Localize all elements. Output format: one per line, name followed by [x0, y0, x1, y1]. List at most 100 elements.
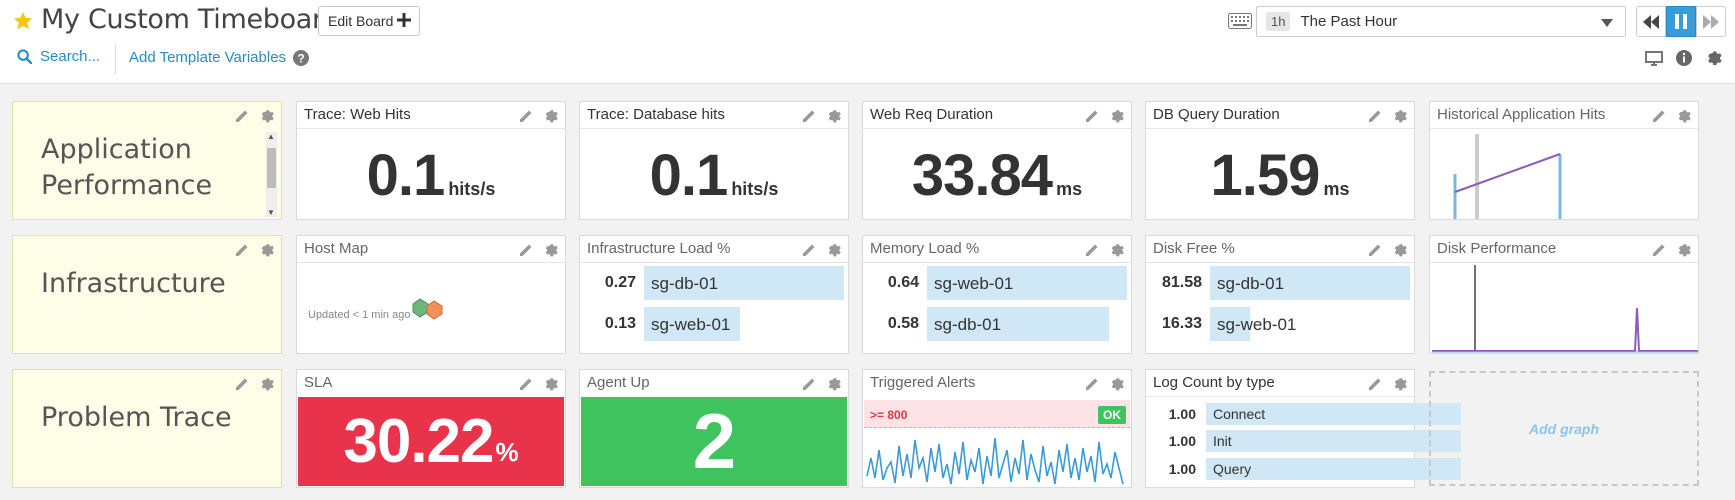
pencil-icon[interactable]: [1084, 242, 1100, 258]
pencil-icon[interactable]: [234, 108, 250, 124]
toplist-row[interactable]: 0.58 sg-db-01: [863, 307, 1131, 341]
widget-tools: [234, 242, 275, 258]
toplist-row[interactable]: 1.00 Init: [1146, 430, 1461, 452]
widget-infrastructure-load[interactable]: Infrastructure Load % 0.27 sg-db-01 0.13…: [579, 235, 849, 354]
gear-icon[interactable]: [1109, 108, 1125, 124]
widget-divider: [863, 128, 1131, 129]
widget-title: Trace: Web Hits: [304, 106, 411, 123]
widget-disk-performance[interactable]: Disk Performance: [1429, 235, 1699, 354]
pencil-icon[interactable]: [801, 108, 817, 124]
widget-title: Triggered Alerts: [870, 374, 976, 391]
widget-tools: [518, 376, 559, 392]
gear-icon[interactable]: [543, 108, 559, 124]
gear-icon[interactable]: [1676, 108, 1692, 124]
gear-icon[interactable]: [1392, 376, 1408, 392]
add-graph-label: Add graph: [1529, 420, 1599, 437]
note-line: Application: [41, 134, 192, 165]
svg-text:?: ?: [297, 52, 304, 66]
pencil-icon[interactable]: [801, 376, 817, 392]
widget-disk-free[interactable]: Disk Free % 81.58 sg-db-01 16.33 sg-web-…: [1145, 235, 1415, 354]
timeseries-graph[interactable]: [1430, 263, 1700, 355]
pencil-icon[interactable]: [1651, 108, 1667, 124]
gear-icon[interactable]: [1109, 376, 1125, 392]
widget-agent-up[interactable]: Agent Up 2: [579, 369, 849, 488]
widget-title: Web Req Duration: [870, 106, 994, 123]
timeframe-label: The Past Hour: [1300, 13, 1398, 30]
pencil-icon[interactable]: [518, 242, 534, 258]
host-map-updated: Updated < 1 min ago: [308, 309, 411, 321]
add-graph-button[interactable]: Add graph: [1429, 371, 1699, 486]
widget-db-query-duration[interactable]: DB Query Duration 1.59 ms: [1145, 101, 1415, 220]
pencil-icon[interactable]: [1084, 108, 1100, 124]
widget-host-map[interactable]: Host Map Updated < 1 min ago: [296, 235, 566, 354]
gear-icon[interactable]: [1705, 49, 1723, 67]
timeframe-select[interactable]: 1h The Past Hour: [1256, 6, 1626, 37]
toplist-row[interactable]: 0.13 sg-web-01: [580, 307, 848, 341]
rewind-button[interactable]: [1636, 6, 1666, 37]
gear-icon[interactable]: [259, 376, 275, 392]
pencil-icon[interactable]: [234, 242, 250, 258]
forward-button[interactable]: [1696, 6, 1726, 37]
pencil-icon[interactable]: [518, 108, 534, 124]
keyboard-icon[interactable]: [1228, 13, 1252, 29]
gear-icon[interactable]: [1392, 108, 1408, 124]
gear-icon[interactable]: [543, 376, 559, 392]
widget-web-req-duration[interactable]: Web Req Duration 33.84 ms: [862, 101, 1132, 220]
gear-icon[interactable]: [259, 108, 275, 124]
pause-icon: [1675, 14, 1687, 29]
gear-icon[interactable]: [259, 242, 275, 258]
toplist-row[interactable]: 0.27 sg-db-01: [580, 266, 848, 300]
widget-tools: [518, 242, 559, 258]
widget-tools: [1084, 108, 1125, 124]
pencil-icon[interactable]: [518, 376, 534, 392]
widget-historical-application-hits[interactable]: Historical Application Hits: [1429, 101, 1699, 220]
pause-button[interactable]: [1666, 6, 1696, 37]
query-value-number: 1.59: [1210, 143, 1321, 208]
pencil-icon[interactable]: [234, 376, 250, 392]
widget-triggered-alerts[interactable]: Triggered Alerts >= 800 OK: [862, 369, 1132, 488]
pencil-icon[interactable]: [1367, 242, 1383, 258]
widget-tools: [1084, 242, 1125, 258]
toplist-value: 0.13: [604, 315, 636, 332]
toplist-row[interactable]: 1.00 Connect: [1146, 403, 1461, 425]
gear-icon[interactable]: [826, 108, 842, 124]
pencil-icon[interactable]: [1367, 108, 1383, 124]
pencil-icon[interactable]: [801, 242, 817, 258]
timeseries-graph[interactable]: [1430, 129, 1700, 221]
widget-divider: [580, 128, 848, 129]
info-icon[interactable]: [1675, 49, 1693, 67]
scroll-up-icon[interactable]: ▲: [267, 132, 275, 141]
pencil-icon[interactable]: [1651, 242, 1667, 258]
widget-sla[interactable]: SLA 30.22%: [296, 369, 566, 488]
gear-icon[interactable]: [826, 242, 842, 258]
toplist-row[interactable]: 0.64 sg-web-01: [863, 266, 1131, 300]
star-icon[interactable]: [12, 10, 34, 32]
widget-memory-load[interactable]: Memory Load % 0.64 sg-web-01 0.58 sg-db-…: [862, 235, 1132, 354]
toplist-row[interactable]: 81.58 sg-db-01: [1146, 266, 1414, 300]
alert-graph[interactable]: [865, 428, 1129, 488]
tv-mode-icon[interactable]: [1645, 49, 1663, 67]
gear-icon[interactable]: [1392, 242, 1408, 258]
agent-up-value: 2: [692, 397, 736, 485]
gear-icon[interactable]: [1109, 242, 1125, 258]
gear-icon[interactable]: [543, 242, 559, 258]
scroll-down-icon[interactable]: ▼: [267, 208, 275, 217]
pencil-icon[interactable]: [1367, 376, 1383, 392]
gear-icon[interactable]: [1676, 242, 1692, 258]
toplist-row[interactable]: 16.33 sg-web-01: [1146, 307, 1414, 341]
gear-icon[interactable]: [826, 376, 842, 392]
toplist-row[interactable]: 1.00 Query: [1146, 458, 1461, 480]
widget-trace-database-hits[interactable]: Trace: Database hits 0.1 hits/s: [579, 101, 849, 220]
note-scrollbar[interactable]: ▲ ▼: [266, 132, 277, 217]
agent-up-value-block: 2: [581, 397, 847, 486]
help-icon[interactable]: ?: [293, 50, 309, 66]
widget-trace-web-hits[interactable]: Trace: Web Hits 0.1 hits/s: [296, 101, 566, 220]
search-link[interactable]: Search...: [17, 48, 100, 65]
host-hexagon[interactable]: [412, 298, 429, 318]
widget-log-count-by-type[interactable]: Log Count by type 1.00 Connect 1.00 Init…: [1145, 369, 1461, 488]
edit-board-button[interactable]: Edit Board: [318, 6, 420, 36]
host-hexagon[interactable]: [426, 300, 443, 320]
scroll-thumb[interactable]: [267, 148, 276, 188]
pencil-icon[interactable]: [1084, 376, 1100, 392]
add-template-variables-link[interactable]: Add Template Variables: [129, 49, 286, 66]
